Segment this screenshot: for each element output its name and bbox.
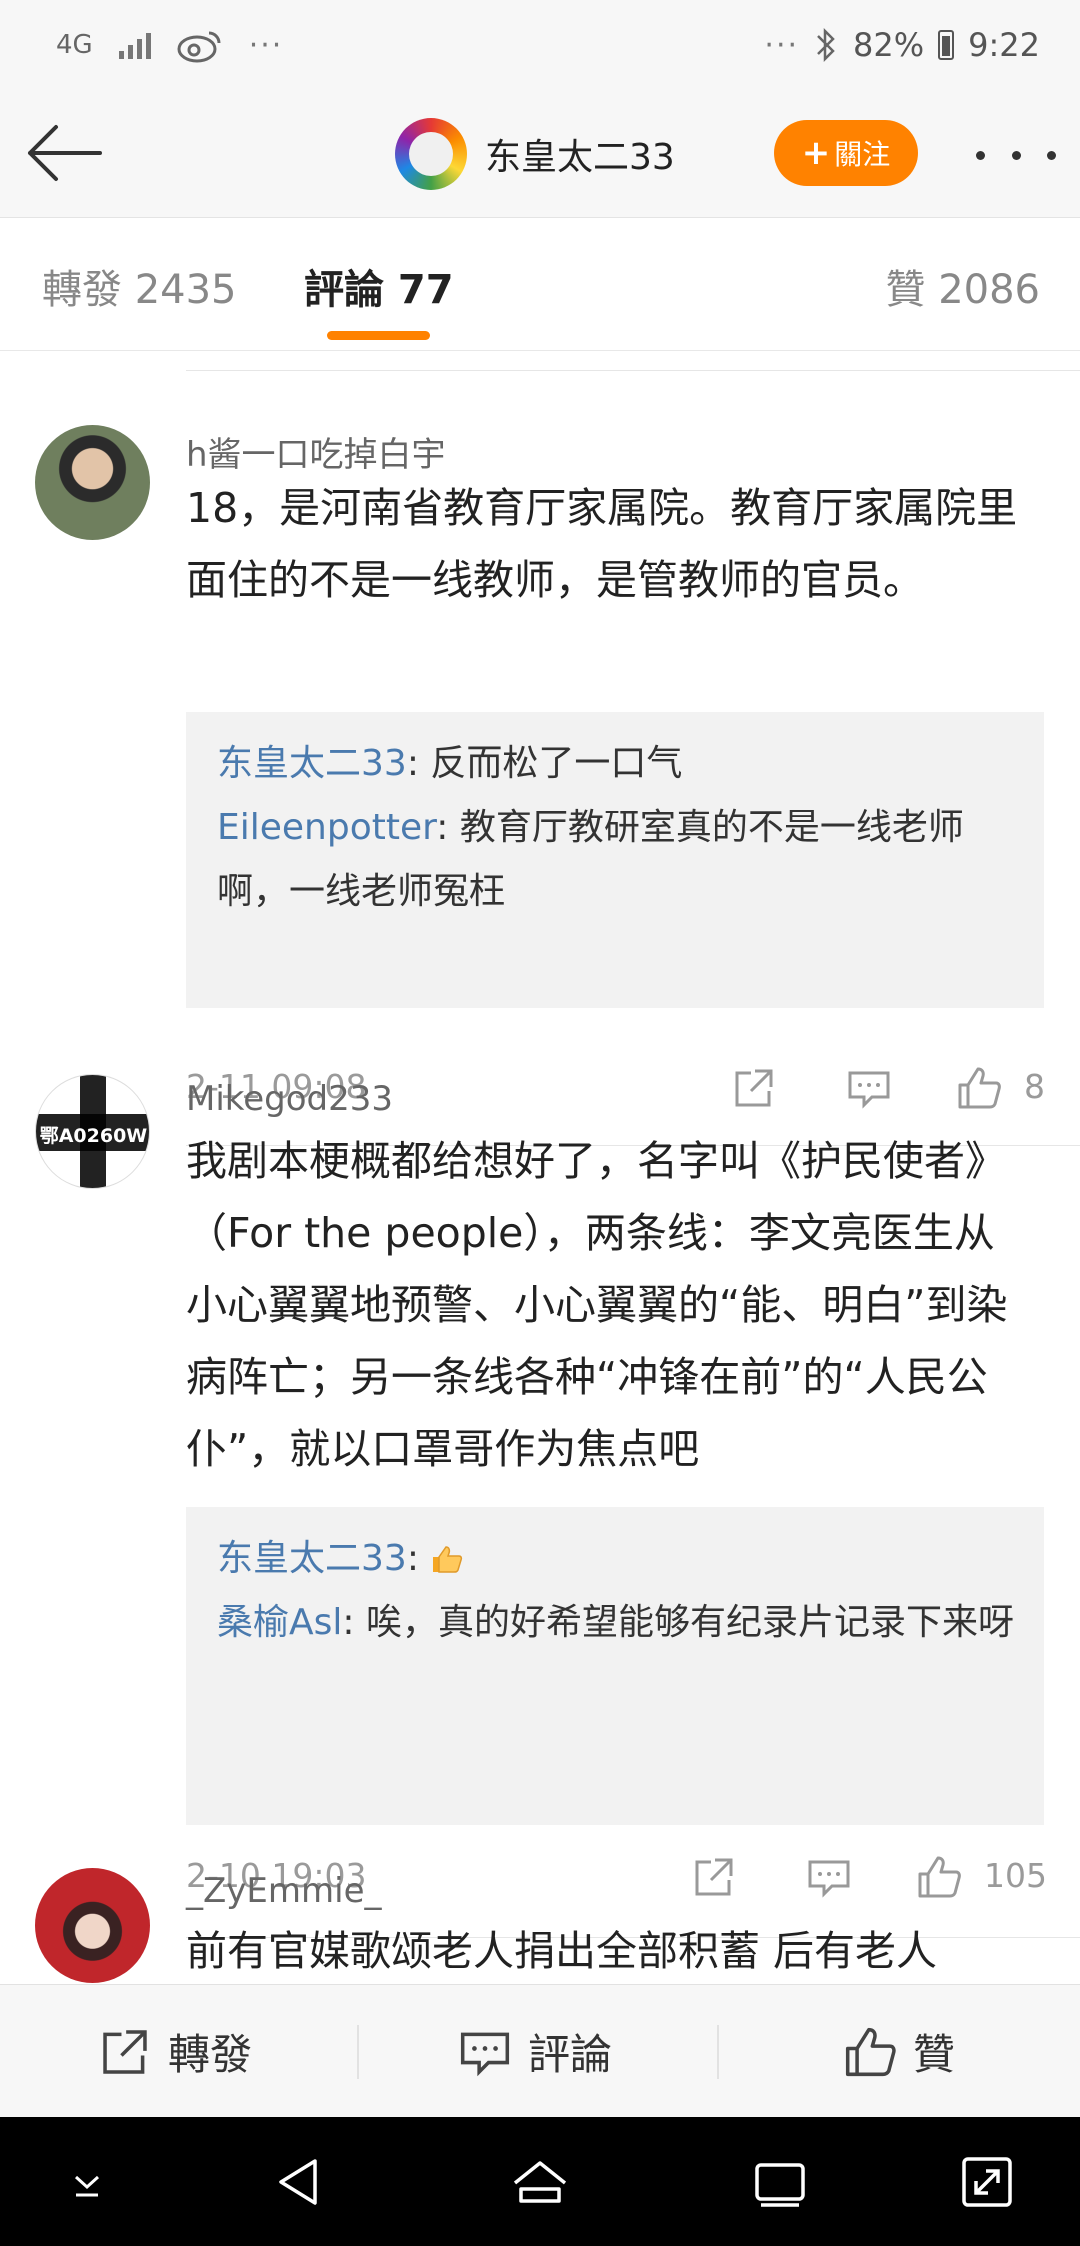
reply-separator: :: [342, 1602, 355, 1643]
page-header: 东皇太二33 + 關注: [0, 90, 1080, 218]
reply-item: 东皇太二33:: [217, 1527, 1014, 1591]
reply-username[interactable]: 东皇太二33: [217, 1538, 407, 1579]
like-label: 贊: [913, 2030, 956, 2079]
clock: 9:22: [968, 26, 1040, 64]
reply-box[interactable]: 东皇太二33: 桑榆Asl: 唉，真的好希望能够有纪录片记录下来呀: [186, 1507, 1044, 1825]
expand-nav-icon[interactable]: [954, 2149, 1020, 2215]
bottom-action-bar: 轉發 評論 贊: [0, 1984, 1080, 2117]
repost-icon: [103, 2029, 147, 2074]
repost-button[interactable]: 轉發: [98, 1985, 252, 2118]
comment-button[interactable]: 評論: [458, 1985, 612, 2118]
plus-icon: +: [801, 133, 831, 173]
separator: [717, 2025, 719, 2079]
like-button[interactable]: 贊: [843, 1985, 955, 2118]
battery-percent: 82%: [853, 26, 925, 64]
avatar[interactable]: 鄂A0260W: [35, 1074, 150, 1189]
network-label: 4G: [56, 30, 93, 60]
comment-list[interactable]: h酱一口吃掉白宇 18，是河南省教育厅家属院。教育厅家属院里面住的不是一线教师，…: [0, 352, 1080, 1984]
recents-nav-icon[interactable]: [747, 2149, 813, 2215]
back-nav-icon[interactable]: [267, 2149, 333, 2215]
signal-icon: [118, 31, 151, 59]
weibo-icon: [177, 31, 221, 63]
comment-username[interactable]: _ZyEmmie_: [186, 1871, 382, 1911]
system-nav-bar: [0, 2117, 1080, 2246]
reply-separator: :: [406, 1538, 419, 1579]
reply-text: 唉，真的好希望能够有纪录片记录下来呀: [354, 1602, 1014, 1643]
back-arrow-icon: [28, 125, 102, 181]
reply-item: 东皇太二33: 反而松了一口气: [217, 732, 1014, 796]
reply-text: [419, 1538, 430, 1579]
share-icon[interactable]: [691, 1854, 737, 1900]
reply-box[interactable]: 东皇太二33: 反而松了一口气 Eileenpotter: 教育厅教研室真的不是…: [186, 712, 1044, 1008]
avatar[interactable]: [35, 425, 150, 540]
reply-item: 桑榆Asl: 唉，真的好希望能够有纪录片记录下来呀: [217, 1591, 1014, 1655]
more-dot-icon: [1047, 150, 1056, 160]
thumbs-up-emoji-icon: [433, 1546, 463, 1573]
active-tab-indicator: [327, 331, 430, 340]
like-count: 8: [1024, 1067, 1045, 1106]
separator: [357, 2025, 359, 2079]
reply-text: 反而松了一口气: [418, 743, 683, 784]
more-notifications-icon: ···: [248, 27, 284, 63]
more-options-button[interactable]: [976, 130, 1056, 180]
author-info[interactable]: 东皇太二33: [395, 114, 675, 194]
share-icon[interactable]: [731, 1065, 777, 1111]
comment-text: 我剧本梗概都给想好了，名字叫《护民使者》（For the people），两条线…: [186, 1137, 1008, 1473]
avatar-text: 鄂A0260W: [39, 1125, 148, 1147]
bluetooth-icon: [817, 27, 835, 63]
reply-username[interactable]: 东皇太二33: [217, 743, 407, 784]
status-ellipsis: ···: [764, 27, 800, 63]
comment-label: 評論: [528, 2030, 613, 2079]
reply-username[interactable]: 桑榆Asl: [217, 1602, 342, 1643]
follow-label: 關注: [834, 138, 891, 171]
partial-comment-meta: [186, 352, 1080, 371]
hide-keyboard-icon[interactable]: [54, 2149, 120, 2215]
tab-bar: 轉發 2435 評論 77 贊 2086: [0, 219, 1080, 351]
reply-separator: :: [406, 743, 419, 784]
like-icon: [845, 2027, 896, 2076]
tab-likes[interactable]: 贊 2086: [885, 257, 1040, 315]
like-count: 105: [984, 1856, 1047, 1895]
reply-separator: :: [436, 807, 449, 848]
repost-label: 轉發: [168, 2030, 253, 2079]
comment-text: 18，是河南省教育厅家属院。教育厅家属院里面住的不是一线教师，是管教师的官员。: [186, 484, 1018, 604]
more-dot-icon: [976, 150, 985, 160]
network-indicator: 4G: [56, 32, 93, 58]
author-name[interactable]: 东皇太二33: [485, 128, 675, 180]
comment-username[interactable]: Mikegod233: [186, 1079, 393, 1119]
tab-comments[interactable]: 評論 77: [304, 257, 454, 315]
like-icon[interactable]: [916, 1854, 962, 1900]
battery-icon: [938, 30, 955, 60]
comment-username[interactable]: h酱一口吃掉白宇: [186, 427, 446, 476]
follow-button[interactable]: + 關注: [774, 120, 918, 186]
avatar[interactable]: [35, 1868, 150, 1983]
home-nav-icon[interactable]: [507, 2149, 573, 2215]
reply-icon[interactable]: [846, 1065, 892, 1111]
like-icon[interactable]: [956, 1065, 1002, 1111]
reply-icon[interactable]: [806, 1854, 852, 1900]
status-bar: 4G ··· ··· 82% 9:22: [0, 0, 1080, 90]
reply-item: Eileenpotter: 教育厅教研室真的不是一线老师啊，一线老师冤枉: [217, 796, 1014, 924]
tab-reposts[interactable]: 轉發 2435: [42, 257, 237, 315]
author-avatar[interactable]: [395, 118, 467, 190]
reply-username[interactable]: Eileenpotter: [217, 807, 436, 848]
back-button[interactable]: [26, 118, 106, 188]
comment-text: 前有官媒歌颂老人捐出全部积蓄 后有老人: [186, 1927, 938, 1975]
more-dot-icon: [1011, 150, 1021, 160]
comment-icon: [460, 2032, 510, 2076]
